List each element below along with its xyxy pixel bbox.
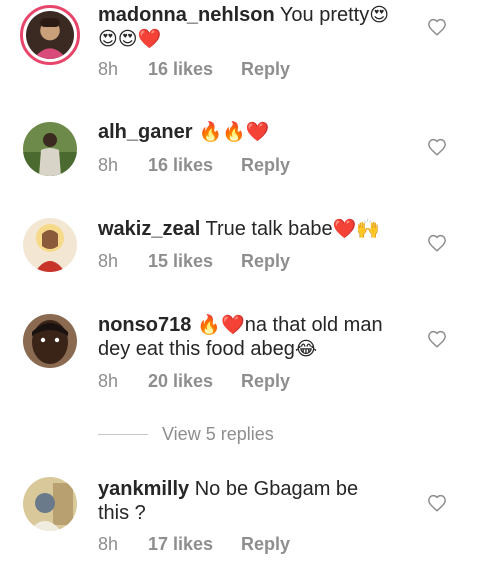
username[interactable]: alh_ganer: [98, 121, 192, 143]
comment-text: this ?: [98, 502, 146, 524]
avatar[interactable]: [20, 5, 80, 65]
emoji: 😍😍❤️: [98, 28, 162, 50]
view-replies-button[interactable]: View 5 replies: [98, 422, 274, 446]
comment-text: dey eat this food abeg: [98, 338, 295, 360]
reply-button[interactable]: Reply: [241, 155, 290, 176]
username[interactable]: nonso718: [98, 314, 191, 336]
reply-button[interactable]: Reply: [241, 251, 290, 272]
divider: [98, 433, 148, 435]
likes-count[interactable]: 15 likes: [148, 251, 241, 272]
timestamp: 8h: [98, 534, 119, 554]
avatar-image: [23, 314, 77, 368]
reply-button[interactable]: Reply: [241, 534, 290, 555]
comment-text: True talk babe: [200, 218, 333, 240]
timestamp: 8h: [98, 251, 119, 271]
like-heart-icon[interactable]: [427, 494, 447, 512]
emoji: ❤️🙌: [332, 218, 380, 240]
comment-text: You pretty: [274, 4, 370, 26]
likes-count[interactable]: 16 likes: [148, 59, 241, 80]
like-heart-icon[interactable]: [427, 18, 447, 36]
emoji: 🔥❤️: [191, 314, 245, 336]
reply-button[interactable]: Reply: [241, 59, 290, 80]
timestamp: 8h: [98, 59, 119, 79]
comment-text: No be Gbagam be: [189, 478, 359, 500]
comment-body: nonso718 🔥❤️na that old man dey eat this…: [98, 313, 408, 361]
avatar[interactable]: [23, 477, 77, 531]
likes-count[interactable]: 16 likes: [148, 155, 241, 176]
username[interactable]: wakiz_zeal: [98, 218, 200, 240]
emoji: 😂: [294, 338, 318, 360]
emoji: 🔥🔥❤️: [192, 121, 270, 143]
likes-count[interactable]: 20 likes: [148, 371, 241, 392]
comment-meta: 8h 15 likes Reply: [98, 251, 290, 272]
like-heart-icon[interactable]: [427, 330, 447, 348]
comment-body: alh_ganer 🔥🔥❤️: [98, 120, 408, 144]
avatar-image: [26, 11, 74, 59]
emoji: 😍: [369, 4, 390, 26]
like-heart-icon[interactable]: [427, 234, 447, 252]
comment-meta: 8h 16 likes Reply: [98, 59, 290, 80]
avatar[interactable]: [23, 122, 77, 176]
avatar[interactable]: [23, 314, 77, 368]
comments-list: madonna_nehlson You pretty😍 😍😍❤️ 8h 16 l…: [0, 0, 480, 565]
view-replies-label: View 5 replies: [162, 423, 274, 444]
comment-body: madonna_nehlson You pretty😍 😍😍❤️: [98, 3, 408, 51]
comment-meta: 8h 20 likes Reply: [98, 371, 290, 392]
like-heart-icon[interactable]: [427, 138, 447, 156]
avatar-image: [23, 122, 77, 176]
comment-text: na that old man: [244, 314, 383, 336]
reply-button[interactable]: Reply: [241, 371, 290, 392]
username[interactable]: yankmilly: [98, 478, 189, 500]
timestamp: 8h: [98, 371, 119, 391]
comment-body: wakiz_zeal True talk babe❤️🙌: [98, 217, 408, 241]
username[interactable]: madonna_nehlson: [98, 4, 275, 26]
avatar-image: [23, 477, 77, 531]
likes-count[interactable]: 17 likes: [148, 534, 241, 555]
comment-meta: 8h 16 likes Reply: [98, 155, 290, 176]
avatar[interactable]: [23, 218, 77, 272]
comment-meta: 8h 17 likes Reply: [98, 534, 290, 555]
comment-body: yankmilly No be Gbagam be this ?: [98, 477, 408, 525]
timestamp: 8h: [98, 155, 119, 175]
avatar-image: [23, 218, 77, 272]
